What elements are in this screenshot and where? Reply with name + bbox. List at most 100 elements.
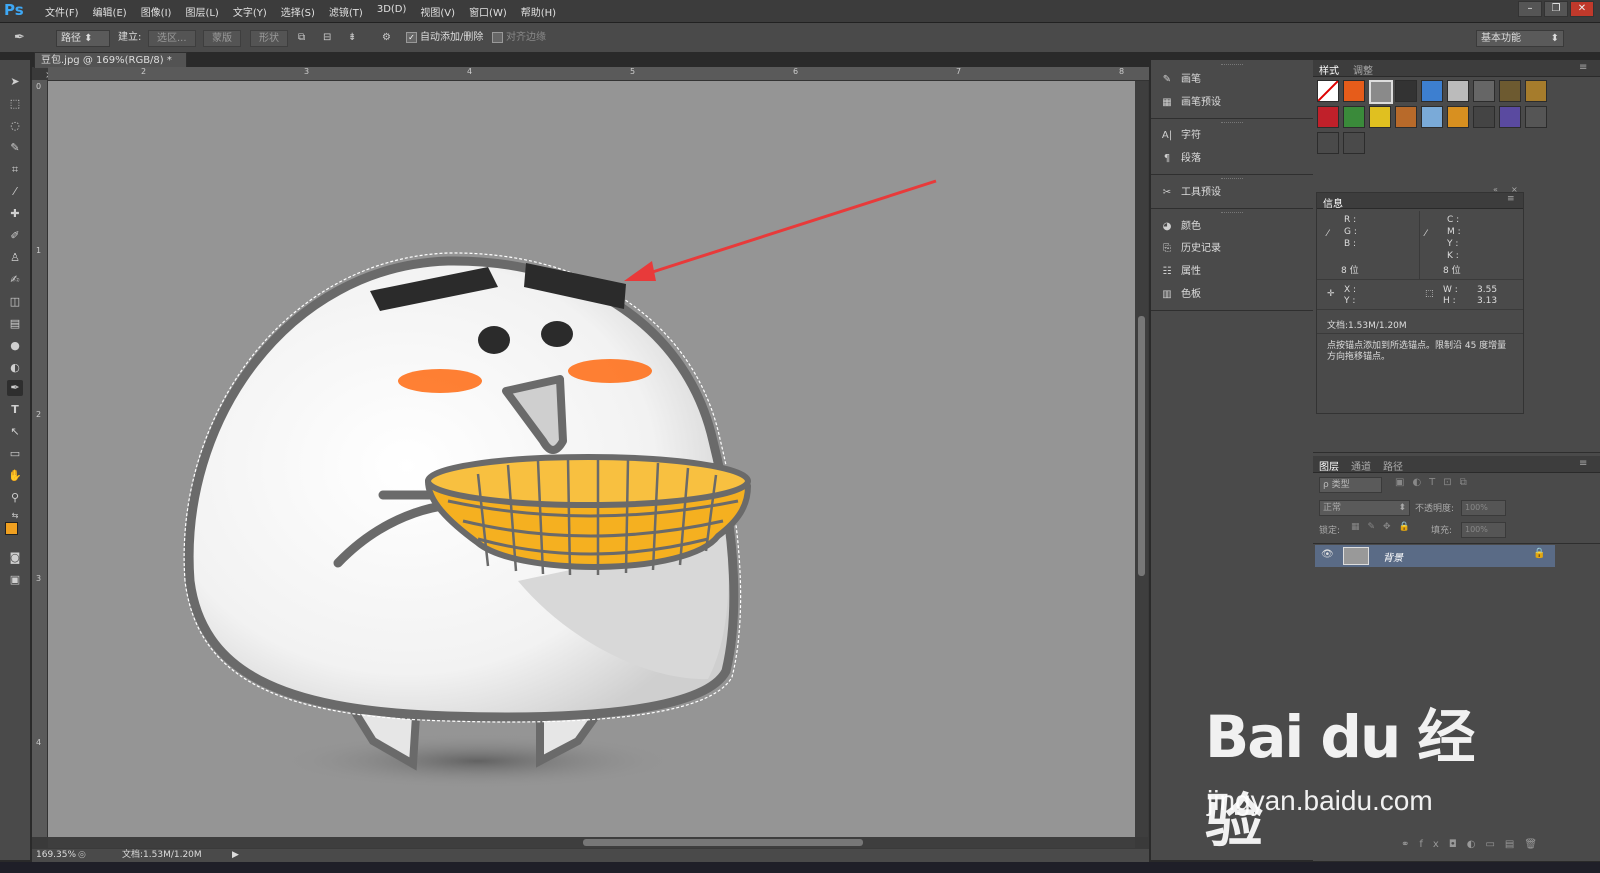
close-button[interactable]: ✕ (1570, 1, 1594, 17)
lock-icons[interactable]: ▦✎✥🔒 (1351, 522, 1418, 532)
dock-tool-preset[interactable]: ✂ 工具预设 (1159, 184, 1221, 202)
style-swatch[interactable] (1395, 106, 1417, 128)
dock-grip[interactable] (1221, 122, 1243, 125)
dock-grip[interactable] (1221, 178, 1243, 181)
style-swatch[interactable] (1473, 106, 1495, 128)
make-shape-button[interactable]: 形状 (250, 30, 288, 47)
lasso-tool-icon[interactable]: ◌ (7, 118, 23, 134)
align-edges-checkbox[interactable]: 对齐边缘 (492, 30, 546, 45)
tab-layers[interactable]: 图层 (1319, 458, 1339, 473)
dock-swatches[interactable]: ▥ 色板 (1159, 286, 1201, 304)
dock-color[interactable]: ◕ 颜色 (1159, 218, 1201, 236)
style-swatch[interactable] (1447, 106, 1469, 128)
settings-gear-icon[interactable]: ⚙ (382, 30, 391, 45)
style-swatch[interactable] (1499, 106, 1521, 128)
layer-filter-select[interactable]: ρ 类型 (1319, 477, 1382, 493)
brush-tool-icon[interactable]: ✐ (7, 228, 23, 244)
dock-history[interactable]: ⎘ 历史记录 (1159, 240, 1221, 258)
status-menu-arrow-icon[interactable]: ▶ (232, 849, 239, 862)
style-swatch[interactable] (1343, 132, 1365, 154)
layer-visibility-eye-icon[interactable]: 👁 (1321, 549, 1334, 560)
menu-select[interactable]: 选择(S) (274, 4, 322, 19)
quick-mask-icon[interactable]: ◙ (7, 550, 23, 566)
horizontal-scrollbar[interactable] (48, 837, 1135, 848)
dock-character[interactable]: A| 字符 (1159, 127, 1201, 145)
menu-edit[interactable]: 编辑(E) (86, 4, 134, 19)
workspace-select[interactable]: 基本功能 ⬍ (1476, 30, 1564, 47)
menu-help[interactable]: 帮助(H) (514, 4, 563, 19)
style-none-swatch[interactable] (1317, 80, 1339, 102)
style-swatch[interactable] (1369, 80, 1393, 104)
style-swatch[interactable] (1421, 106, 1443, 128)
menu-window[interactable]: 窗口(W) (462, 4, 514, 19)
path-alignment-icon[interactable]: ⊟ (323, 30, 331, 45)
path-operations-icon[interactable]: ⧉ (298, 30, 305, 45)
marquee-tool-icon[interactable]: ⬚ (7, 96, 23, 112)
style-swatch[interactable] (1447, 80, 1469, 102)
tab-channels[interactable]: 通道 (1351, 458, 1371, 473)
zoom-tool-icon[interactable]: ⚲ (7, 490, 23, 506)
style-swatch[interactable] (1473, 80, 1495, 102)
tab-paths[interactable]: 路径 (1383, 458, 1403, 473)
tab-adjustments[interactable]: 调整 (1353, 62, 1373, 77)
style-swatch[interactable] (1343, 106, 1365, 128)
style-swatch[interactable] (1317, 132, 1339, 154)
info-menu-icon[interactable]: ≡ (1507, 194, 1515, 204)
style-swatch[interactable] (1369, 106, 1391, 128)
menu-file[interactable]: 文件(F) (38, 4, 86, 19)
tab-info[interactable]: 信息 (1323, 195, 1343, 210)
pen-tool-icon[interactable]: ✒ (14, 30, 25, 45)
crop-tool-icon[interactable]: ⌗ (7, 162, 23, 178)
horizontal-scroll-thumb[interactable] (583, 839, 863, 846)
healing-brush-tool-icon[interactable]: ✚ (7, 206, 23, 222)
path-arrangement-icon[interactable]: ⇟ (348, 30, 356, 45)
vertical-scrollbar[interactable] (1135, 81, 1148, 837)
layer-filter-icons[interactable]: ▣◐T⊡⧉ (1395, 477, 1475, 488)
make-mask-button[interactable]: 蒙版 (203, 30, 241, 47)
layer-row-background[interactable]: 👁 背景 🔒 (1315, 545, 1555, 567)
panel-menu-icon[interactable]: ≡ (1579, 62, 1587, 73)
style-swatch[interactable] (1395, 80, 1417, 102)
dock-brush-preset[interactable]: ▦ 画笔预设 (1159, 94, 1221, 112)
vertical-scroll-thumb[interactable] (1138, 316, 1145, 576)
menu-image[interactable]: 图像(I) (134, 4, 179, 19)
opacity-input[interactable]: 100% (1461, 500, 1506, 516)
blur-tool-icon[interactable]: ● (7, 338, 23, 354)
style-swatch[interactable] (1421, 80, 1443, 102)
pen-tool-active-icon[interactable]: ✒ (7, 380, 23, 396)
auto-add-delete-checkbox[interactable]: ✓ 自动添加/删除 (406, 30, 483, 45)
document-tab[interactable]: 豆包.jpg @ 169%(RGB/8) * × (34, 52, 187, 81)
menu-filter[interactable]: 滤镜(T) (322, 4, 370, 19)
eraser-tool-icon[interactable]: ◫ (7, 294, 23, 310)
layers-menu-icon[interactable]: ≡ (1579, 458, 1587, 469)
layer-name[interactable]: 背景 (1383, 549, 1403, 564)
style-swatch[interactable] (1317, 106, 1339, 128)
clone-stamp-tool-icon[interactable]: ♙ (7, 250, 23, 266)
history-brush-tool-icon[interactable]: ✍ (7, 272, 23, 288)
type-tool-icon[interactable]: T (7, 402, 23, 418)
dock-grip[interactable] (1221, 64, 1243, 67)
blend-mode-select[interactable]: 正常 ⬍ (1319, 500, 1410, 516)
screen-mode-icon[interactable]: ▣ (7, 572, 23, 588)
style-swatch[interactable] (1499, 80, 1521, 102)
style-swatch[interactable] (1525, 106, 1547, 128)
menu-3d[interactable]: 3D(D) (370, 4, 414, 19)
dock-properties[interactable]: ☷ 属性 (1159, 263, 1201, 281)
restore-button[interactable]: ❐ (1544, 1, 1568, 17)
style-swatch[interactable] (1343, 80, 1365, 102)
minimize-button[interactable]: – (1518, 1, 1542, 17)
gradient-tool-icon[interactable]: ▤ (7, 316, 23, 332)
dock-brush[interactable]: ✎ 画笔 (1159, 71, 1201, 89)
dodge-tool-icon[interactable]: ◐ (7, 360, 23, 376)
quick-select-tool-icon[interactable]: ✎ (7, 140, 23, 156)
menu-view[interactable]: 视图(V) (413, 4, 462, 19)
move-tool-icon[interactable]: ➤ (7, 74, 23, 90)
image-canvas[interactable] (48, 81, 1135, 837)
menu-type[interactable]: 文字(Y) (226, 4, 274, 19)
hand-tool-icon[interactable]: ✋ (7, 468, 23, 484)
dock-paragraph[interactable]: ¶ 段落 (1159, 150, 1201, 168)
fill-input[interactable]: 100% (1461, 522, 1506, 538)
tab-styles[interactable]: 样式 (1319, 62, 1339, 77)
eyedropper-tool-icon[interactable]: ⁄ (7, 184, 23, 200)
dock-grip[interactable] (1221, 212, 1243, 215)
